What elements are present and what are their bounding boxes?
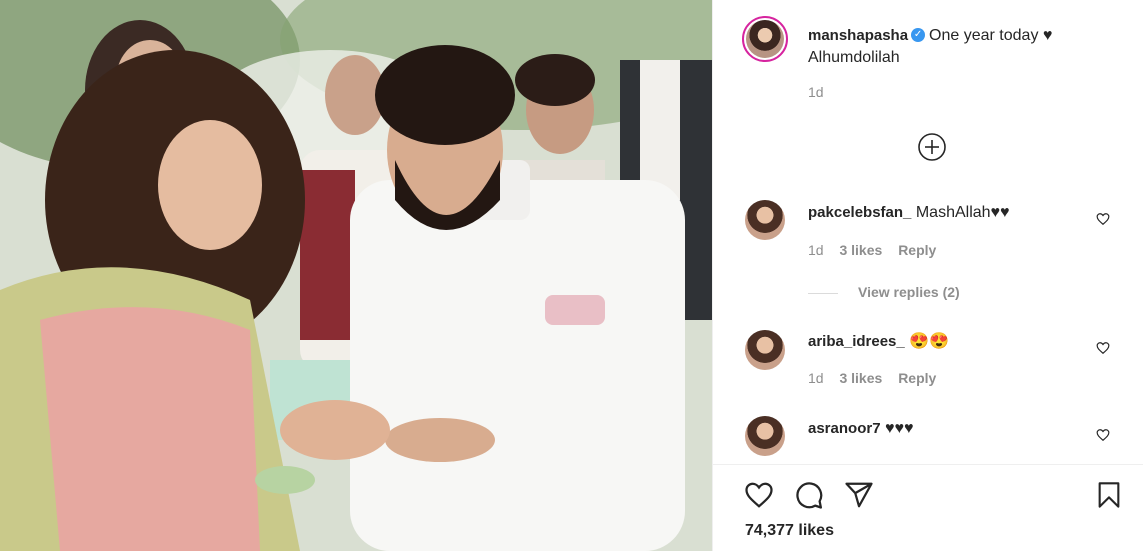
caption-text-line2: Alhumdolilah: [808, 49, 900, 66]
verified-badge-icon: ✓: [911, 27, 926, 42]
comment-age[interactable]: 1d: [808, 242, 824, 258]
comment-avatar[interactable]: [745, 330, 785, 370]
comment-username[interactable]: asranoor7: [808, 420, 881, 437]
comment-username[interactable]: ariba_idrees_: [808, 333, 905, 350]
bookmark-icon: [1098, 482, 1120, 508]
comment-avatar[interactable]: [745, 200, 785, 240]
save-button[interactable]: [1095, 480, 1123, 510]
like-button[interactable]: [743, 480, 775, 510]
comment-like-heart-icon[interactable]: [1096, 212, 1110, 226]
comment-text: ♥♥♥: [885, 420, 914, 437]
comment-likes[interactable]: 3 likes: [839, 370, 882, 386]
replies-divider: [808, 292, 838, 294]
post-age[interactable]: 1d: [808, 84, 824, 100]
caption-block: manshapasha ✓ One year today ♥ Alhumdolila…: [713, 16, 1143, 106]
comment-icon: [796, 482, 823, 509]
likes-count[interactable]: 74,377 likes: [745, 522, 834, 540]
heart-icon: [745, 482, 773, 508]
comment-like-heart-icon[interactable]: [1096, 341, 1110, 355]
share-icon: [845, 482, 873, 508]
comment-text: MashAllah♥♥: [915, 204, 1010, 221]
caption-text: One year today ♥: [929, 27, 1053, 44]
comment-text: 😍😍: [909, 333, 950, 350]
comment-reply-button[interactable]: Reply: [898, 242, 936, 258]
comment-item: ariba_idrees_ 😍😍 1d 3 likes Reply: [713, 327, 1143, 397]
author-avatar[interactable]: [742, 16, 788, 62]
author-username[interactable]: manshapasha: [808, 27, 908, 44]
comment-item: asranoor7 ♥♥♥: [713, 414, 1143, 462]
post-photo-illustration: [0, 0, 712, 551]
view-replies-label: View replies (2): [858, 284, 960, 300]
share-button[interactable]: [843, 480, 875, 510]
comment-like-heart-icon[interactable]: [1096, 428, 1110, 442]
comment-avatar[interactable]: [745, 416, 785, 456]
comment-reply-button[interactable]: Reply: [898, 370, 936, 386]
plus-circle-icon: [918, 133, 946, 161]
post-photo: [0, 0, 712, 551]
comment-age[interactable]: 1d: [808, 370, 824, 386]
comment-likes[interactable]: 3 likes: [839, 242, 882, 258]
comment-username[interactable]: pakcelebsfan_: [808, 204, 911, 221]
actions-separator: [713, 464, 1143, 465]
comment-button[interactable]: [793, 480, 825, 510]
post-sidebar: manshapasha ✓ One year today ♥ Alhumdolila…: [712, 0, 1143, 551]
load-more-comments-button[interactable]: [917, 132, 947, 162]
comment-item: pakcelebsfan_ MashAllah♥♥ 1d 3 likes Rep…: [713, 198, 1143, 308]
view-replies-button[interactable]: View replies (2): [808, 284, 960, 300]
